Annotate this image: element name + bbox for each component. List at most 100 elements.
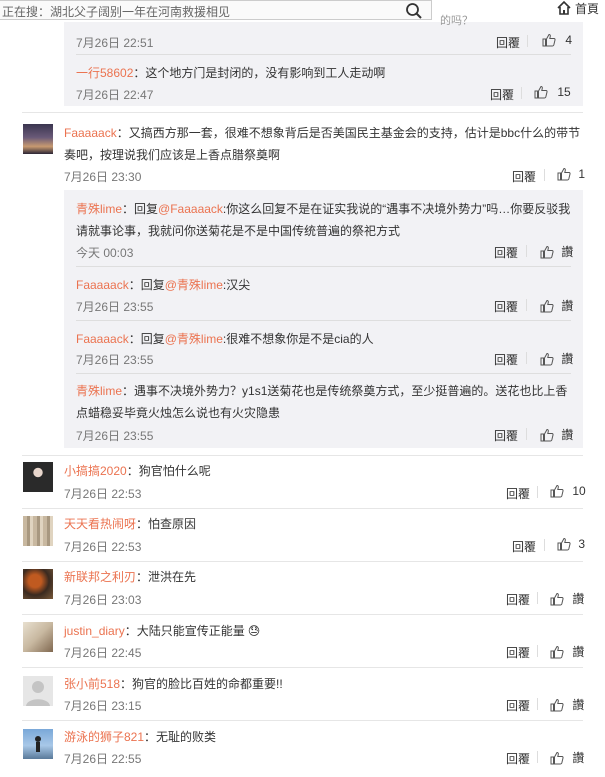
like-button[interactable]: 讚 (540, 350, 573, 367)
partial-text: 的吗？ (440, 15, 473, 27)
comment-content: 游泳的狮子821：无耻的败类 (64, 728, 216, 745)
avatar[interactable] (23, 569, 53, 599)
comment-text: 狗官的脸比百姓的命都重要!! (132, 677, 283, 691)
divider (537, 645, 538, 657)
reply-text: :很难不想象你是不是cia的人 (222, 332, 374, 346)
reply-prefix: ：回复 (122, 202, 159, 216)
username-link[interactable]: 小搞搞2020 (64, 464, 127, 478)
reply-prefix: ：回复 (128, 278, 165, 292)
divider (537, 592, 538, 604)
like-button[interactable]: 讚 (540, 297, 573, 314)
reply-thread: 7月26日 22:51 回覆 4 一行58602：这个地方门是封闭的，没有影响到… (64, 22, 583, 106)
divider (537, 486, 538, 498)
divider (526, 245, 527, 257)
divider (76, 266, 571, 267)
like-button[interactable]: 讚 (550, 590, 584, 607)
reply-content: 青殊lime：回复@Faaaaack:你这么回复不是在证实我说的“遇事不决境外势… (76, 200, 570, 217)
like-button[interactable]: 讚 (540, 243, 573, 260)
comment-text: 狗官怕什么呢 (138, 464, 211, 478)
default-avatar-icon (26, 681, 50, 706)
like-button[interactable]: 3 (557, 537, 585, 551)
like-button[interactable]: 15 (534, 85, 571, 99)
like-button[interactable]: 讚 (550, 643, 584, 660)
reply-button[interactable]: 回覆 (506, 591, 530, 608)
reply-content: Faaaaack：回复@青殊lime:很难不想象你是不是cia的人 (76, 330, 374, 347)
divider (526, 428, 527, 440)
mention-link[interactable]: @Faaaaack (158, 202, 223, 216)
like-button[interactable]: 讚 (550, 749, 584, 766)
reply-button[interactable]: 回覆 (494, 298, 518, 315)
divider (544, 539, 545, 551)
search-box[interactable]: 正在搜：湖北父子阔别一年在河南救援相见 (0, 0, 432, 20)
avatar[interactable] (23, 622, 53, 652)
avatar[interactable] (23, 516, 53, 546)
like-button[interactable]: 4 (542, 33, 572, 47)
reply-button[interactable]: 回覆 (506, 644, 530, 661)
comment-time: 7月26日 23:55 (76, 429, 154, 443)
thumbs-up-icon (534, 85, 548, 99)
like-count: 3 (578, 537, 586, 551)
thumbs-up-icon (540, 299, 554, 313)
top-bar: 正在搜：湖北父子阔别一年在河南救援相见 的吗？ 首頁 (0, 0, 605, 27)
like-button[interactable]: 讚 (540, 426, 573, 443)
like-label: 讚 (561, 245, 574, 259)
home-label[interactable]: 首頁 (575, 2, 599, 16)
username-link[interactable]: 游泳的狮子821 (64, 730, 144, 744)
reply-text-cont: 点蜡稳妥毕竟火烛怎么说也有火灾隐患 (76, 406, 281, 420)
mention-link[interactable]: @青殊lime (165, 332, 223, 346)
comment-content: 小搞搞2020：狗官怕什么呢 (64, 462, 211, 479)
thumbs-up-icon (557, 167, 571, 181)
comment-time: 7月26日 23:15 (64, 699, 142, 713)
username-link[interactable]: justin_diary (64, 624, 125, 638)
search-text[interactable]: 正在搜：湖北父子阔别一年在河南救援相见 (2, 3, 230, 20)
username-link[interactable]: Faaaaack (76, 332, 129, 346)
reply-button[interactable]: 回覆 (512, 168, 536, 185)
reply-button[interactable]: 回覆 (494, 351, 518, 368)
username-link[interactable]: 新联邦之利刃 (64, 570, 136, 584)
reply-text: 遇事不决境外势力？y1s1送菊花也是传统祭奠方式，至少挺普遍的。送花也比上香 (134, 384, 568, 398)
reply-button[interactable]: 回覆 (494, 244, 518, 261)
search-icon[interactable] (405, 2, 423, 23)
home-link[interactable]: 首頁 (556, 0, 599, 17)
avatar[interactable] (23, 462, 53, 492)
separator: ： (124, 624, 137, 638)
reply-button[interactable]: 回覆 (490, 86, 514, 103)
reply-button[interactable]: 回覆 (496, 34, 520, 51)
divider (76, 320, 571, 321)
like-button[interactable]: 1 (557, 167, 585, 181)
thumbs-up-icon (542, 33, 556, 47)
avatar[interactable] (23, 124, 53, 154)
separator: ： (144, 730, 157, 744)
username-link[interactable]: 青殊lime (76, 202, 122, 216)
mention-link[interactable]: @青殊lime (165, 278, 223, 292)
reply-content: 一行58602：这个地方门是封闭的，没有影响到工人走动啊 (76, 64, 385, 81)
comment-time: 7月26日 22:47 (76, 88, 154, 102)
reply-button[interactable]: 回覆 (506, 750, 530, 767)
username-link[interactable]: 青殊lime (76, 384, 122, 398)
divider (22, 667, 583, 668)
divider (22, 508, 583, 509)
divider (76, 373, 571, 374)
avatar[interactable] (23, 676, 53, 706)
thumbs-up-icon (540, 245, 554, 259)
username-link[interactable]: Faaaaack (76, 278, 129, 292)
username-link[interactable]: Faaaaack (64, 126, 117, 140)
reply-content: Faaaaack：回复@青殊lime:汉尖 (76, 276, 250, 293)
separator: ： (133, 66, 146, 80)
username-link[interactable]: 一行58602 (76, 66, 133, 80)
like-button[interactable]: 10 (550, 484, 586, 498)
like-button[interactable]: 讚 (550, 696, 584, 713)
comment-text: 无耻的败类 (156, 730, 217, 744)
reply-button[interactable]: 回覆 (494, 427, 518, 444)
reply-button[interactable]: 回覆 (512, 538, 536, 555)
reply-content: 青殊lime：遇事不决境外势力？y1s1送菊花也是传统祭奠方式，至少挺普遍的。送… (76, 382, 567, 399)
avatar[interactable] (23, 729, 53, 759)
like-count: 10 (572, 484, 586, 498)
reply-button[interactable]: 回覆 (506, 697, 530, 714)
thumbs-up-icon (550, 751, 564, 765)
comment-content: 天天看热闹呀：怕查原因 (64, 515, 196, 532)
comment-text: 怕查原因 (148, 517, 197, 531)
username-link[interactable]: 天天看热闹呀 (64, 517, 136, 531)
reply-button[interactable]: 回覆 (506, 485, 530, 502)
username-link[interactable]: 张小前518 (64, 677, 120, 691)
